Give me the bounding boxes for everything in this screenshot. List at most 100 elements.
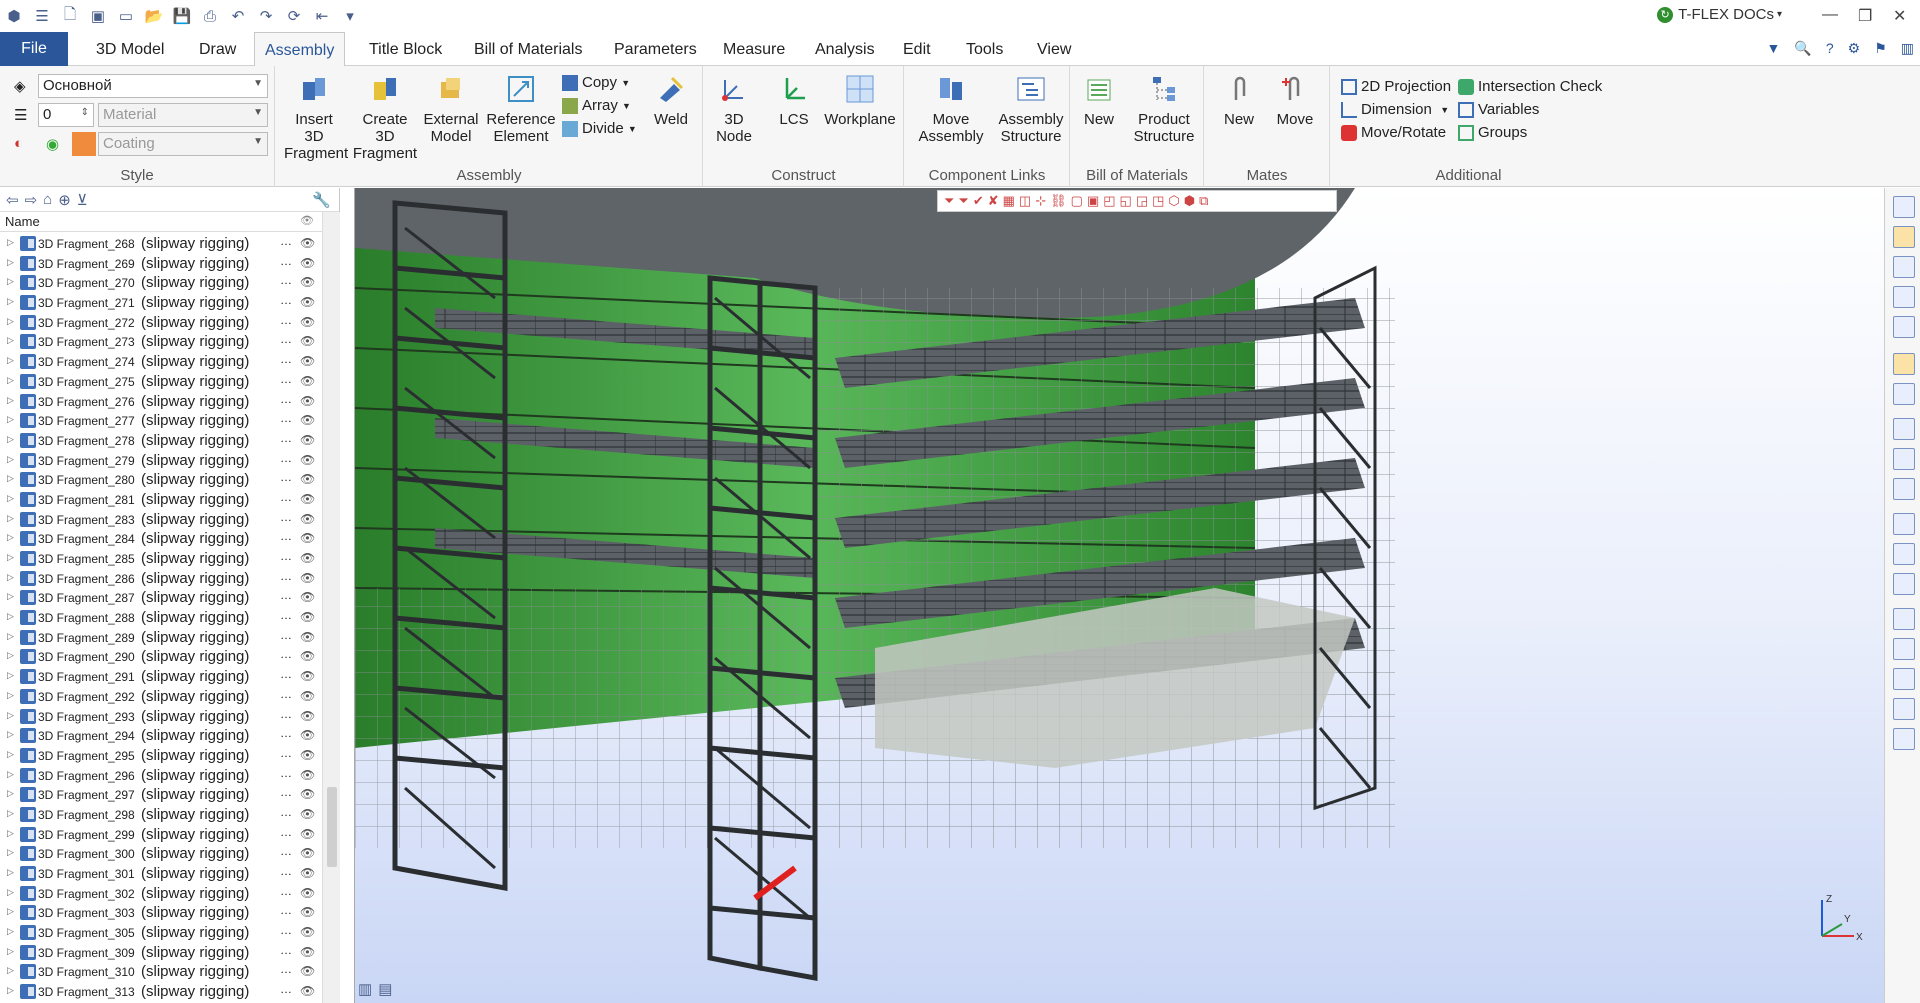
window-icon[interactable]: ▭ [115, 5, 137, 27]
expand-icon[interactable]: ▷ [7, 395, 14, 406]
body-filter-icon[interactable]: ▢ [1071, 193, 1083, 209]
layer-select[interactable]: Основной ▼ [38, 74, 268, 98]
tree-row[interactable]: ▷ 3D Fragment_268 (slipway rigging) … 👁 [0, 234, 322, 254]
wire-filter-icon[interactable]: ◱ [1120, 193, 1132, 209]
tree-row[interactable]: ▷ 3D Fragment_300 (slipway rigging) … 👁 [0, 844, 322, 864]
visibility-icon[interactable]: 👁 [300, 453, 315, 467]
tree-row[interactable]: ▷ 3D Fragment_287 (slipway rigging) … 👁 [0, 588, 322, 608]
visibility-icon[interactable]: 👁 [300, 413, 315, 427]
print-icon[interactable]: ⎙ [199, 5, 221, 27]
visibility-icon[interactable]: 👁 [300, 512, 315, 526]
expand-icon[interactable]: ▷ [7, 749, 14, 760]
single-view-icon[interactable]: ▤ [378, 980, 392, 998]
open-folder-icon[interactable]: 📂 [143, 5, 165, 27]
more-icon[interactable]: … [280, 864, 292, 878]
visibility-icon[interactable]: 👁 [300, 571, 315, 585]
visibility-icon[interactable]: 👁 [300, 472, 315, 486]
tree-row[interactable]: ▷ 3D Fragment_269 (slipway rigging) … 👁 [0, 254, 322, 274]
weld-button[interactable]: Weld [648, 72, 694, 128]
visibility-icon[interactable]: 👁 [300, 964, 315, 978]
visibility-icon[interactable]: 👁 [300, 728, 315, 742]
tree-row[interactable]: ▷ 3D Fragment_305 (slipway rigging) … 👁 [0, 923, 322, 943]
tab-analysis[interactable]: Analysis [805, 32, 885, 66]
more-icon[interactable]: … [280, 549, 292, 563]
restore-button[interactable]: ❐ [1858, 6, 1872, 26]
color-swatch[interactable] [72, 132, 96, 156]
expand-icon[interactable]: ▷ [7, 355, 14, 366]
more-icon[interactable]: … [280, 962, 292, 976]
tree-row[interactable]: ▷ 3D Fragment_310 (slipway rigging) … 👁 [0, 962, 322, 982]
more-icon[interactable]: … [280, 490, 292, 504]
visibility-icon[interactable]: 👁 [300, 275, 315, 289]
mates-new-button[interactable]: New [1221, 72, 1257, 128]
new-file-icon[interactable]: 🗋 [59, 5, 81, 27]
more-icon[interactable]: … [280, 411, 292, 425]
tab-tools[interactable]: Tools [956, 32, 1013, 66]
tab-title-block[interactable]: Title Block [359, 32, 452, 66]
zoom-window-icon[interactable] [1893, 286, 1915, 308]
tree-row[interactable]: ▷ 3D Fragment_297 (slipway rigging) … 👁 [0, 785, 322, 805]
save-icon[interactable]: 💾 [171, 5, 193, 27]
shapes-filter-icon[interactable]: ⬡ [1168, 193, 1179, 209]
tab-assembly[interactable]: Assembly [254, 32, 346, 67]
visibility-icon[interactable]: 👁 [300, 984, 315, 998]
visibility-icon[interactable]: 👁 [300, 846, 315, 860]
tree-column-header[interactable]: Name 👁 [0, 212, 339, 232]
more-icon[interactable]: … [280, 332, 292, 346]
expand-icon[interactable]: ▷ [7, 867, 14, 878]
more-icon[interactable]: … [280, 647, 292, 661]
3d-node-button[interactable]: 3D Node [714, 72, 754, 145]
expand-icon[interactable]: ▷ [7, 572, 14, 583]
expand-icon[interactable]: ▷ [7, 906, 14, 917]
tree-row[interactable]: ▷ 3D Fragment_289 (slipway rigging) … 👁 [0, 628, 322, 648]
workplane-button[interactable]: Workplane [822, 72, 898, 128]
customize-dropdown-icon[interactable]: ▾ [339, 5, 361, 27]
fragment-filter-icon[interactable]: ⬢ [1184, 193, 1195, 209]
visibility-icon[interactable]: 👁 [300, 945, 315, 959]
more-icon[interactable]: … [280, 726, 292, 740]
tree-row[interactable]: ▷ 3D Fragment_271 (slipway rigging) … 👁 [0, 293, 322, 313]
split-view-icon[interactable]: ▥ [358, 980, 372, 998]
level-stepper[interactable]: 0 ⇕ [38, 103, 94, 127]
select-x-icon[interactable]: ✘ [988, 193, 999, 209]
more-icon[interactable]: … [280, 667, 292, 681]
more-icon[interactable]: … [280, 352, 292, 366]
tab-measure[interactable]: Measure [713, 32, 795, 66]
section-icon[interactable] [1893, 353, 1915, 375]
expand-icon[interactable]: ▷ [7, 473, 14, 484]
select-check-icon[interactable]: ✔ [973, 193, 984, 209]
scrollbar-thumb[interactable] [327, 787, 337, 867]
coating-select[interactable]: Coating ▼ [98, 132, 268, 156]
more-icon[interactable]: … [280, 903, 292, 917]
visibility-icon[interactable]: 👁 [300, 768, 315, 782]
intersection-check-button[interactable]: Intersection Check [1458, 78, 1602, 95]
palette-icon[interactable]: ◉ [46, 135, 59, 153]
expand-icon[interactable]: ▷ [7, 631, 14, 642]
visibility-icon[interactable]: 👁 [300, 295, 315, 309]
visibility-icon[interactable]: 👁 [300, 748, 315, 762]
expand-icon[interactable]: ▷ [7, 828, 14, 839]
tree-row[interactable]: ▷ 3D Fragment_276 (slipway rigging) … 👁 [0, 392, 322, 412]
tree-row[interactable]: ▷ 3D Fragment_303 (slipway rigging) … 👁 [0, 903, 322, 923]
magnet-icon[interactable] [1893, 226, 1915, 248]
tab-edit[interactable]: Edit [893, 32, 941, 66]
more-icon[interactable]: … [280, 293, 292, 307]
expand-icon[interactable]: ▷ [7, 513, 14, 524]
tree-row[interactable]: ▷ 3D Fragment_298 (slipway rigging) … 👁 [0, 805, 322, 825]
frame-icon[interactable] [1893, 573, 1915, 595]
tree-row[interactable]: ▷ 3D Fragment_285 (slipway rigging) … 👁 [0, 549, 322, 569]
visibility-icon[interactable]: 👁 [300, 354, 315, 368]
face-filter-icon[interactable]: ▦ [1003, 193, 1015, 209]
expand-icon[interactable]: ▷ [7, 926, 14, 937]
expand-icon[interactable]: ▷ [7, 788, 14, 799]
visibility-icon[interactable]: 👁 [300, 649, 315, 663]
mates-move-button[interactable]: Move [1273, 72, 1317, 128]
tab-parameters[interactable]: Parameters [604, 32, 707, 66]
tree-row[interactable]: ▷ 3D Fragment_286 (slipway rigging) … 👁 [0, 569, 322, 589]
filter-icon[interactable]: ⏷ [944, 193, 954, 209]
move-assembly-button[interactable]: Move Assembly [911, 72, 991, 145]
filter-dropdown-icon[interactable]: ⊻ [77, 191, 88, 209]
visibility-icon[interactable]: 👁 [300, 551, 315, 565]
search-icon[interactable]: 🔍 [1794, 40, 1811, 57]
tree-row[interactable]: ▷ 3D Fragment_301 (slipway rigging) … 👁 [0, 864, 322, 884]
